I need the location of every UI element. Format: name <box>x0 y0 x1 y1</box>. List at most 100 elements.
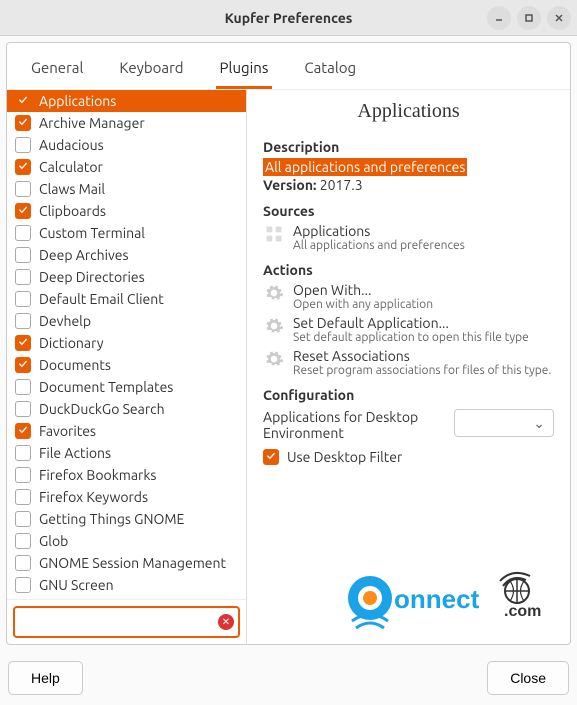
config-env-row: Applications for Desktop Environment <box>263 409 554 441</box>
plugin-row[interactable]: DuckDuckGo Search <box>7 398 246 420</box>
minimize-button[interactable] <box>487 6 511 30</box>
plugin-label: Favorites <box>39 423 96 439</box>
plugin-checkbox[interactable] <box>15 313 31 329</box>
svg-text:onnect: onnect <box>394 584 480 614</box>
detail-title: Applications <box>263 100 554 123</box>
plugin-label: Devhelp <box>39 313 91 329</box>
plugin-row[interactable]: Devhelp <box>7 310 246 332</box>
plugin-checkbox[interactable] <box>15 225 31 241</box>
clear-search-icon[interactable]: ✕ <box>218 614 234 630</box>
plugin-label: File Actions <box>39 445 111 461</box>
plugin-checkbox[interactable] <box>15 423 31 439</box>
plugin-label: Getting Things GNOME <box>39 511 184 527</box>
plugin-row[interactable]: Claws Mail <box>7 178 246 200</box>
search-input[interactable] <box>19 610 218 634</box>
plugin-checkbox[interactable] <box>15 93 31 109</box>
plugin-row[interactable]: Getting Things GNOME <box>7 508 246 530</box>
tab-general[interactable]: General <box>27 53 87 89</box>
plugin-checkbox[interactable] <box>15 577 31 593</box>
config-env-combo[interactable] <box>454 409 554 437</box>
close-button-bottom[interactable]: Close <box>487 661 569 695</box>
plugin-row[interactable]: Favorites <box>7 420 246 442</box>
plugin-row[interactable]: Calculator <box>7 156 246 178</box>
plugin-checkbox[interactable] <box>15 269 31 285</box>
plugin-row[interactable]: Firefox Keywords <box>7 486 246 508</box>
plugin-row[interactable]: GNU Screen <box>7 574 246 596</box>
action-label: Reset Associations <box>293 348 551 364</box>
tab-catalog[interactable]: Catalog <box>300 53 360 89</box>
plugin-checkbox[interactable] <box>15 379 31 395</box>
config-filter-row: Use Desktop Filter <box>263 449 554 465</box>
plugin-label: DuckDuckGo Search <box>39 401 165 417</box>
actions-heading: Actions <box>263 262 554 278</box>
plugin-row[interactable]: Audacious <box>7 134 246 156</box>
plugin-row[interactable]: Custom Terminal <box>7 222 246 244</box>
plugin-row[interactable]: Deep Archives <box>7 244 246 266</box>
window-controls <box>487 6 571 30</box>
version-value: 2017.3 <box>320 177 363 193</box>
config-filter-checkbox[interactable] <box>263 449 279 465</box>
description-text: All applications and preferences <box>263 158 467 176</box>
plugin-checkbox[interactable] <box>15 203 31 219</box>
plugin-checkbox[interactable] <box>15 533 31 549</box>
plugin-row[interactable]: File Actions <box>7 442 246 464</box>
plugin-checkbox[interactable] <box>15 467 31 483</box>
plugin-label: Deep Directories <box>39 269 145 285</box>
help-button[interactable]: Help <box>8 661 83 695</box>
plugin-label: Custom Terminal <box>39 225 145 241</box>
window-title: Kupfer Preferences <box>225 10 353 26</box>
gear-icon <box>263 282 285 304</box>
plugin-checkbox[interactable] <box>15 247 31 263</box>
plugin-label: Clipboards <box>39 203 106 219</box>
tab-bar: General Keyboard Plugins Catalog <box>7 43 570 90</box>
button-bar: Help Close <box>0 651 577 705</box>
titlebar: Kupfer Preferences <box>0 0 577 36</box>
tab-keyboard[interactable]: Keyboard <box>115 53 187 89</box>
plugin-checkbox[interactable] <box>15 137 31 153</box>
plugin-row[interactable]: Default Email Client <box>7 288 246 310</box>
action-sublabel: Reset program associations for files of … <box>293 364 551 377</box>
plugin-checkbox[interactable] <box>15 357 31 373</box>
plugin-checkbox[interactable] <box>15 335 31 351</box>
plugin-checkbox[interactable] <box>15 511 31 527</box>
plugin-row[interactable]: Deep Directories <box>7 266 246 288</box>
version-label: Version: <box>263 177 316 193</box>
plugin-checkbox[interactable] <box>15 401 31 417</box>
plugin-label: Audacious <box>39 137 104 153</box>
plugin-row[interactable]: Dictionary <box>7 332 246 354</box>
plugin-checkbox[interactable] <box>15 291 31 307</box>
plugin-row[interactable]: GNOME Session Management <box>7 552 246 574</box>
plugin-row[interactable]: Document Templates <box>7 376 246 398</box>
plugin-label: Document Templates <box>39 379 173 395</box>
plugin-checkbox[interactable] <box>15 181 31 197</box>
plugin-checkbox[interactable] <box>15 555 31 571</box>
plugin-checkbox[interactable] <box>15 489 31 505</box>
search-row: ✕ <box>7 599 246 644</box>
plugin-label: Glob <box>39 533 68 549</box>
plugin-checkbox[interactable] <box>15 159 31 175</box>
tab-plugins[interactable]: Plugins <box>216 53 273 89</box>
gear-icon <box>263 315 285 337</box>
plugin-label: Firefox Bookmarks <box>39 467 157 483</box>
plugin-row[interactable]: Clipboards <box>7 200 246 222</box>
description-heading: Description <box>263 139 554 155</box>
plugin-list-panel: Applications Archive Manager Audacious Calc… <box>7 90 247 644</box>
plugin-list[interactable]: Applications Archive Manager Audacious Calc… <box>7 90 246 599</box>
close-button[interactable] <box>547 6 571 30</box>
plugin-label: GNOME Session Management <box>39 555 226 571</box>
plugin-row[interactable]: Firefox Bookmarks <box>7 464 246 486</box>
plugin-row[interactable]: Glob <box>7 530 246 552</box>
plugin-checkbox[interactable] <box>15 115 31 131</box>
plugin-row[interactable]: Archive Manager <box>7 112 246 134</box>
apps-icon <box>263 223 285 245</box>
plugin-row[interactable]: Documents <box>7 354 246 376</box>
maximize-button[interactable] <box>517 6 541 30</box>
action-item: Set Default Application...Set default ap… <box>263 315 554 344</box>
source-item: ApplicationsAll applications and prefere… <box>263 223 554 252</box>
plugin-label: Archive Manager <box>39 115 145 131</box>
detail-panel: Applications Description All application… <box>247 90 570 644</box>
branding-logo: onnect .com <box>332 566 562 636</box>
plugin-checkbox[interactable] <box>15 445 31 461</box>
action-sublabel: Set default application to open this fil… <box>293 331 529 344</box>
plugin-row[interactable]: Applications <box>7 90 246 112</box>
